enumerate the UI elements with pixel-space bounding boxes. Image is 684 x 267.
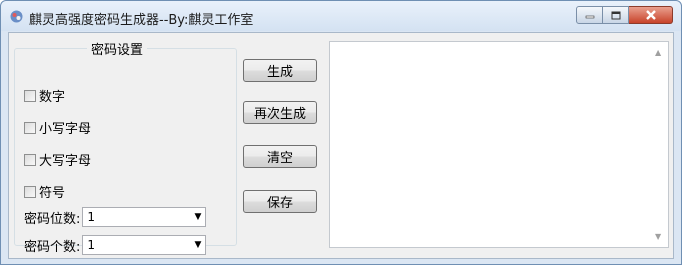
length-label: 密码位数: xyxy=(24,211,81,227)
option-digits[interactable]: 数字 xyxy=(24,86,65,105)
length-row: 密码位数: 1 ▼ xyxy=(24,207,207,227)
length-select[interactable]: 1 ▼ xyxy=(82,207,207,227)
option-lowercase[interactable]: 小写字母 xyxy=(24,118,91,137)
maximize-icon xyxy=(611,11,620,19)
uppercase-checkbox[interactable] xyxy=(24,153,36,166)
chevron-down-icon: ▼ xyxy=(194,240,202,250)
option-label: 符号 xyxy=(39,186,66,201)
count-row: 密码个数: 1 ▼ xyxy=(24,235,207,255)
group-title: 密码设置 xyxy=(91,43,144,58)
minimize-button[interactable] xyxy=(576,6,603,24)
clear-button[interactable]: 清空 xyxy=(243,145,317,168)
digits-checkbox[interactable] xyxy=(24,89,36,102)
close-button[interactable] xyxy=(629,6,673,24)
length-value: 1 xyxy=(87,210,96,224)
title-bar[interactable]: 麒灵高强度密码生成器--By:麒灵工作室 xyxy=(1,1,681,31)
option-label: 小写字母 xyxy=(39,122,92,137)
output-textarea[interactable]: ▲ ▼ xyxy=(329,41,669,248)
app-icon xyxy=(10,10,23,23)
regenerate-button[interactable]: 再次生成 xyxy=(243,101,317,124)
chevron-down-icon: ▼ xyxy=(194,212,202,222)
window-title: 麒灵高强度密码生成器--By:麒灵工作室 xyxy=(29,13,254,28)
app-window: 麒灵高强度密码生成器--By:麒灵工作室 密码设置 数字 小写字母 大写字母 符… xyxy=(0,0,682,265)
vertical-scrollbar[interactable]: ▲ ▼ xyxy=(651,42,668,247)
minimize-icon xyxy=(585,15,594,19)
window-controls xyxy=(576,6,673,26)
lowercase-checkbox[interactable] xyxy=(24,121,36,134)
option-symbols[interactable]: 符号 xyxy=(24,182,65,201)
output-text xyxy=(330,42,668,48)
save-button[interactable]: 保存 xyxy=(243,190,317,213)
password-settings-group: 密码设置 数字 小写字母 大写字母 符号 密码位数: 1 ▼ 密码个数: 1 ▼ xyxy=(14,39,237,255)
option-label: 大写字母 xyxy=(39,154,92,169)
option-uppercase[interactable]: 大写字母 xyxy=(24,150,91,169)
count-label: 密码个数: xyxy=(24,239,81,255)
count-value: 1 xyxy=(87,238,96,252)
scroll-up-icon[interactable]: ▲ xyxy=(655,48,661,57)
count-select[interactable]: 1 ▼ xyxy=(82,235,207,255)
client-area: 密码设置 数字 小写字母 大写字母 符号 密码位数: 1 ▼ 密码个数: 1 ▼… xyxy=(8,32,674,259)
generate-button[interactable]: 生成 xyxy=(243,59,317,82)
maximize-button[interactable] xyxy=(603,6,629,24)
option-label: 数字 xyxy=(39,90,66,105)
scroll-down-icon[interactable]: ▼ xyxy=(655,232,661,241)
close-icon xyxy=(645,10,656,20)
symbols-checkbox[interactable] xyxy=(24,185,36,198)
